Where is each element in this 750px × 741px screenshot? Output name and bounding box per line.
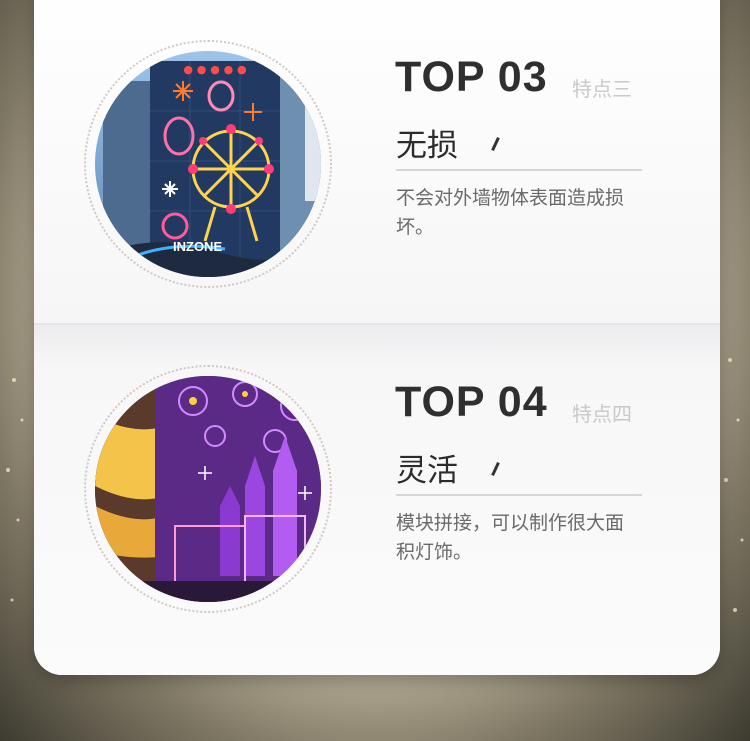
feature-section-top04: TOP 04 特点四 灵活 模块拼接，可以制作很大面积灯饰。	[34, 325, 720, 675]
feature-number-label: 特点三	[572, 77, 632, 101]
heading-divider	[396, 169, 642, 171]
feature-description: 模块拼接，可以制作很大面积灯饰。	[396, 512, 625, 563]
top-number-title: TOP 03	[395, 53, 548, 101]
top-number-title: TOP 04	[395, 378, 548, 426]
feature-heading: 无损	[396, 128, 458, 164]
feature-heading: 灵活	[396, 453, 458, 489]
tick-mark-icon	[491, 137, 500, 151]
feature-section-top03: ● ● ● ● ● INZONE TOP 03 特点三 无损 不会对外墙物体表面…	[34, 0, 720, 325]
svg-text:● ● ● ● ●: ● ● ● ● ●	[183, 63, 246, 76]
svg-text:INZONE: INZONE	[173, 239, 222, 254]
castle-light-mall-photo	[95, 376, 321, 602]
tick-mark-icon	[491, 462, 500, 476]
heading-divider	[396, 494, 642, 496]
ferris-wheel-light-photo: ● ● ● ● ● INZONE	[95, 51, 321, 277]
feature-description: 不会对外墙物体表面造成损坏。	[396, 187, 625, 238]
features-card: ● ● ● ● ● INZONE TOP 03 特点三 无损 不会对外墙物体表面…	[34, 0, 720, 675]
feature-number-label: 特点四	[572, 402, 632, 426]
